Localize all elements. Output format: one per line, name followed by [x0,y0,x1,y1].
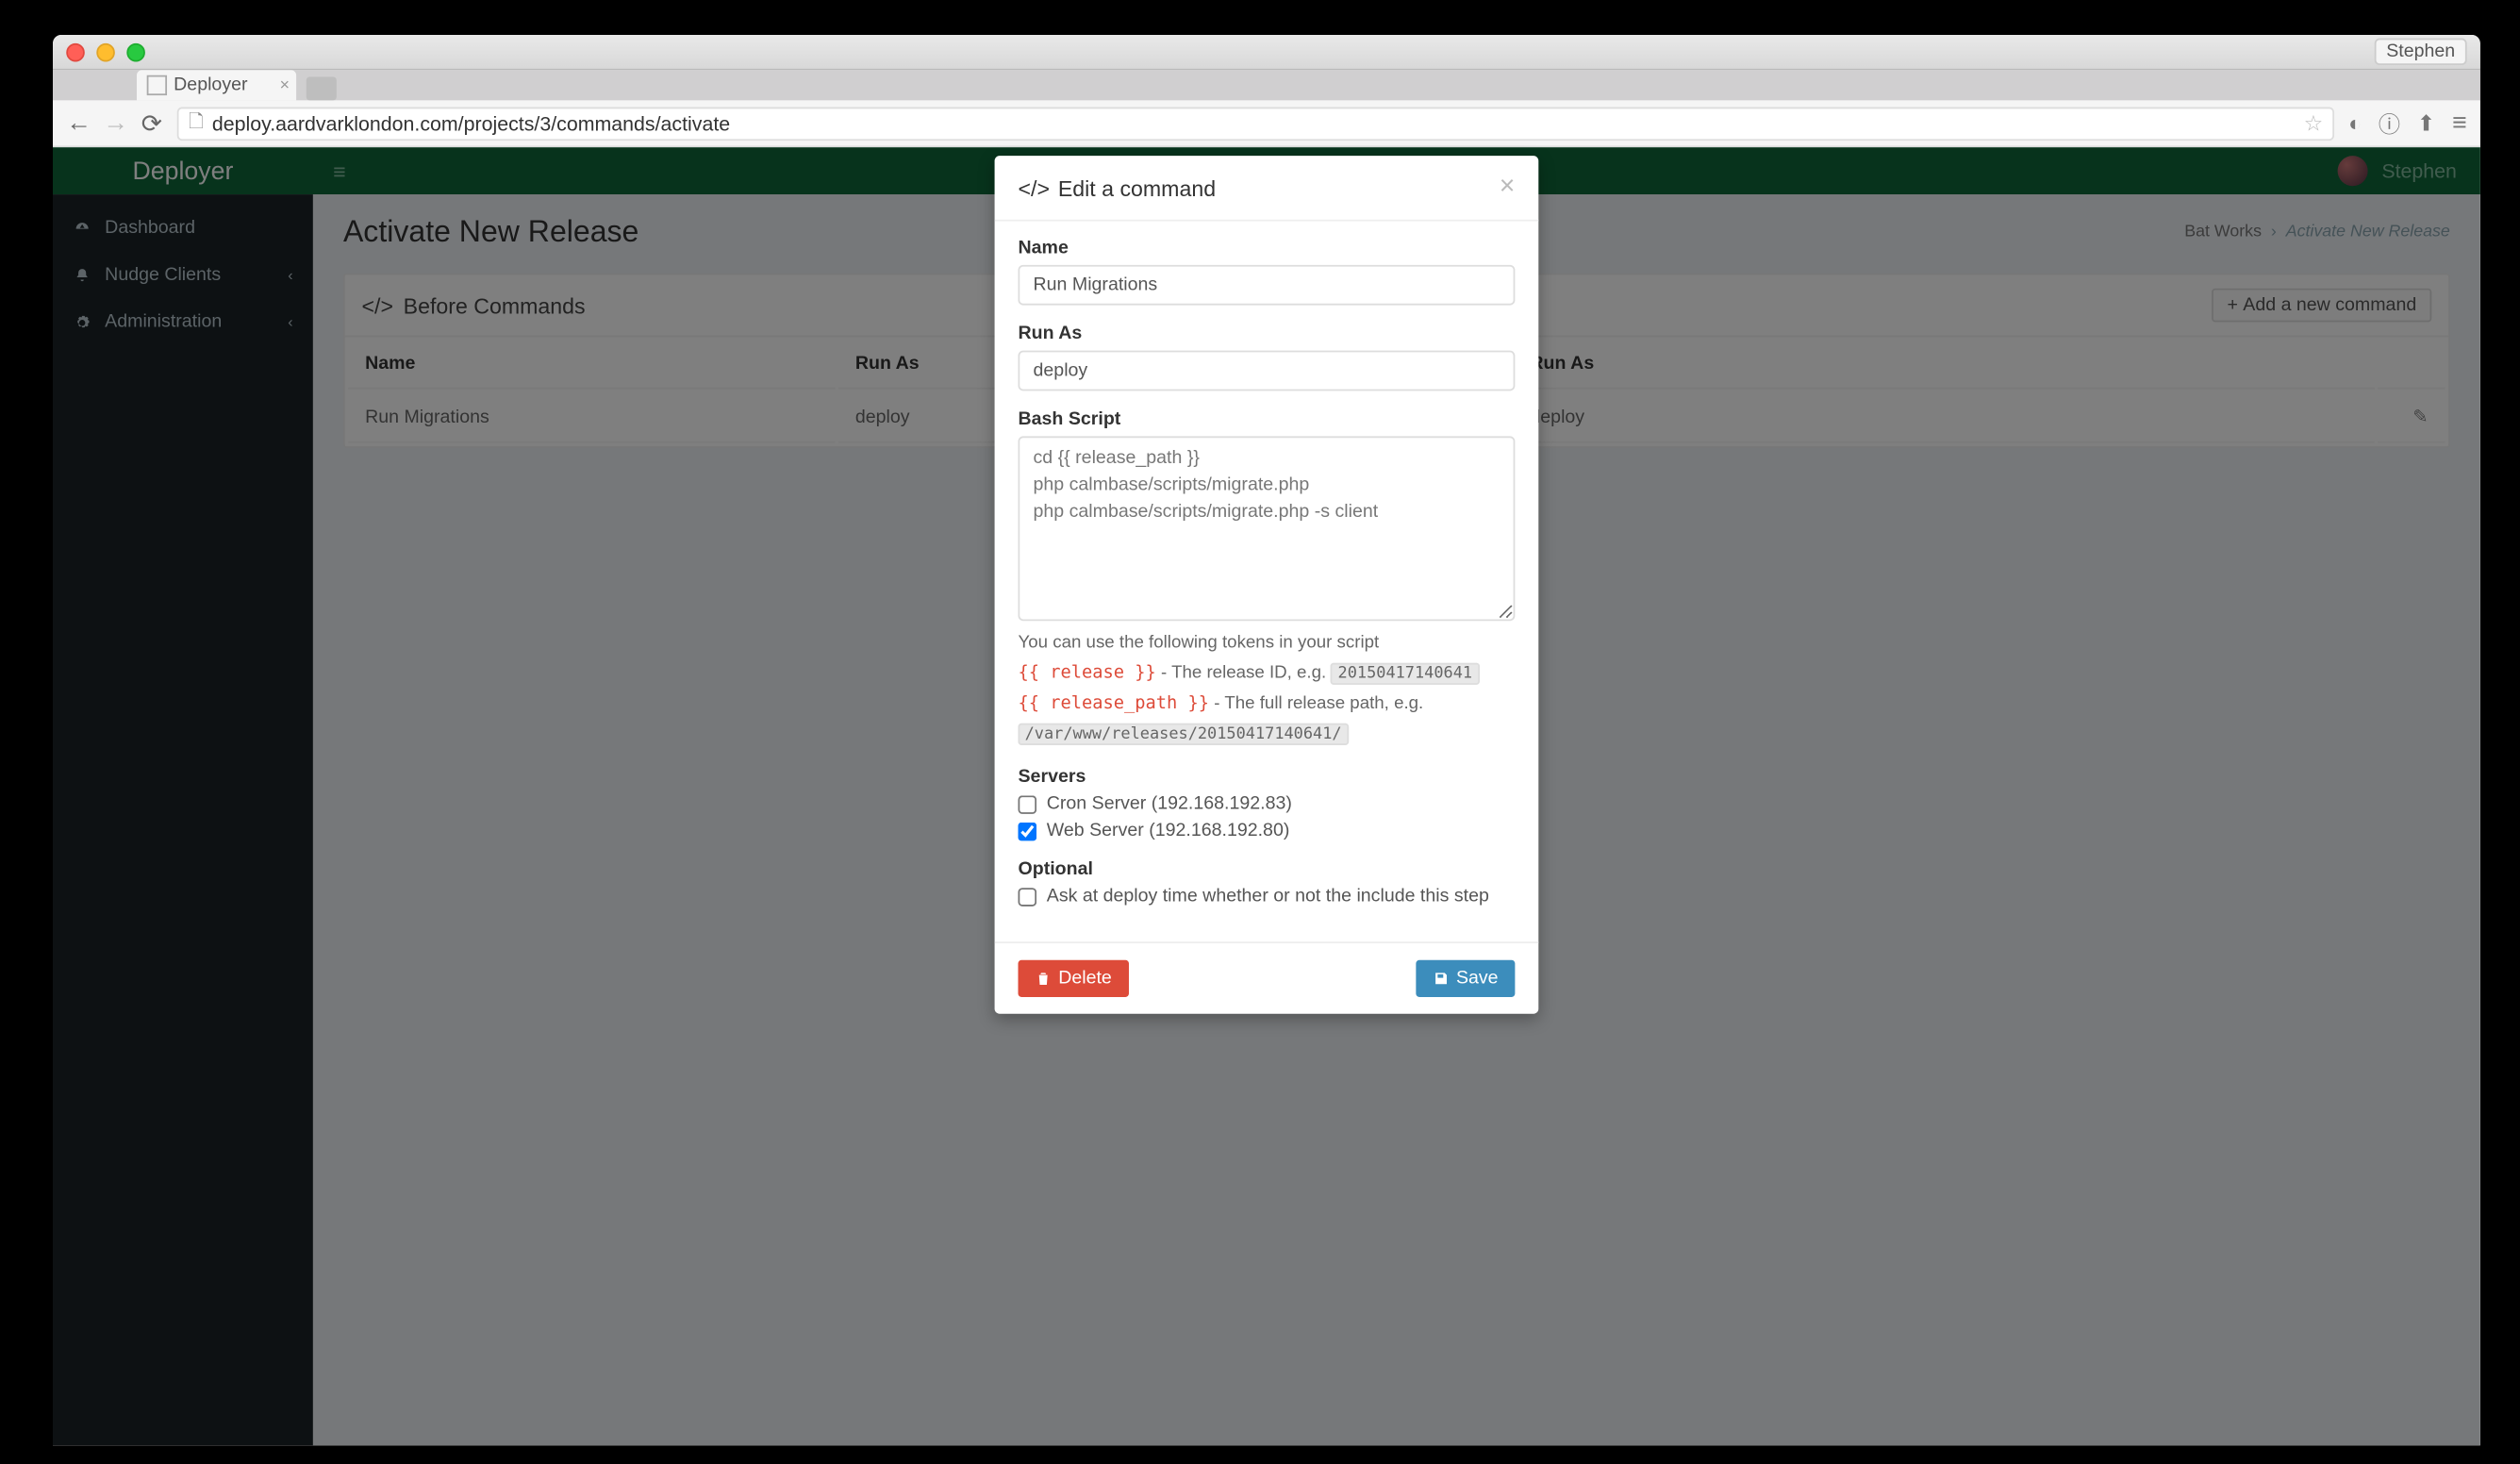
label-optional: Optional [1019,860,1516,880]
extension-icon-2[interactable]: ⓘ [2379,108,2400,140]
save-icon [1433,971,1450,988]
server-option-web[interactable]: Web Server (192.168.192.80) [1019,822,1516,841]
browser-toolbar: ← → ⟳ 🗋 deploy.aardvarklondon.com/projec… [53,100,2480,147]
extension-icon-1[interactable]: ◐ [2348,110,2362,136]
mac-profile-badge[interactable]: Stephen [2375,39,2467,65]
name-input[interactable] [1019,265,1516,306]
delete-button[interactable]: Delete [1019,960,1129,997]
url-bar[interactable]: 🗋 deploy.aardvarklondon.com/projects/3/c… [177,107,2335,141]
optional-row[interactable]: Ask at deploy time whether or not the in… [1019,887,1516,907]
back-button[interactable]: ← [66,108,90,137]
traffic-minimize[interactable] [96,42,115,61]
modal-close-icon[interactable]: × [1500,173,1516,203]
extension-icon-3[interactable]: ⬆ [2417,109,2435,136]
edit-command-modal: </> Edit a command × Name Run As Bash Sc… [995,156,1539,1014]
save-button[interactable]: Save [1416,960,1515,997]
label-servers: Servers [1019,768,1516,788]
mac-titlebar: Stephen [53,35,2480,70]
traffic-close[interactable] [66,42,85,61]
run-as-input[interactable] [1019,351,1516,391]
tokens-help: You can use the following tokens in your… [1019,629,1516,749]
page-icon: 🗋 [189,108,204,140]
server-label: Cron Server (192.168.192.83) [1047,794,1292,814]
label-run-as: Run As [1019,324,1516,343]
label-name: Name [1019,238,1516,258]
browser-tab[interactable]: Deployer × [137,70,296,100]
url-text: deploy.aardvarklondon.com/projects/3/com… [212,111,730,135]
bash-textarea[interactable] [1019,436,1516,621]
server-checkbox-web[interactable] [1019,823,1037,841]
optional-label: Ask at deploy time whether or not the in… [1047,887,1489,907]
tab-title: Deployer [174,75,247,95]
chrome-menu-icon[interactable]: ≡ [2452,108,2467,137]
optional-checkbox[interactable] [1019,888,1037,907]
tab-close-icon[interactable]: × [280,76,290,95]
browser-tabstrip: Deployer × [53,70,2480,100]
bookmark-star-icon[interactable]: ☆ [2304,109,2324,136]
reload-button[interactable]: ⟳ [141,108,164,138]
tab-favicon [147,75,167,95]
forward-button[interactable]: → [103,108,126,137]
server-option-cron[interactable]: Cron Server (192.168.192.83) [1019,794,1516,814]
label-bash: Bash Script [1019,409,1516,429]
server-label: Web Server (192.168.192.80) [1047,822,1290,841]
traffic-zoom[interactable] [126,42,145,61]
new-tab-button[interactable] [307,77,337,101]
modal-title: </> Edit a command [1019,175,1217,201]
server-checkbox-cron[interactable] [1019,795,1037,814]
trash-icon [1035,971,1052,988]
code-icon: </> [1019,175,1050,201]
